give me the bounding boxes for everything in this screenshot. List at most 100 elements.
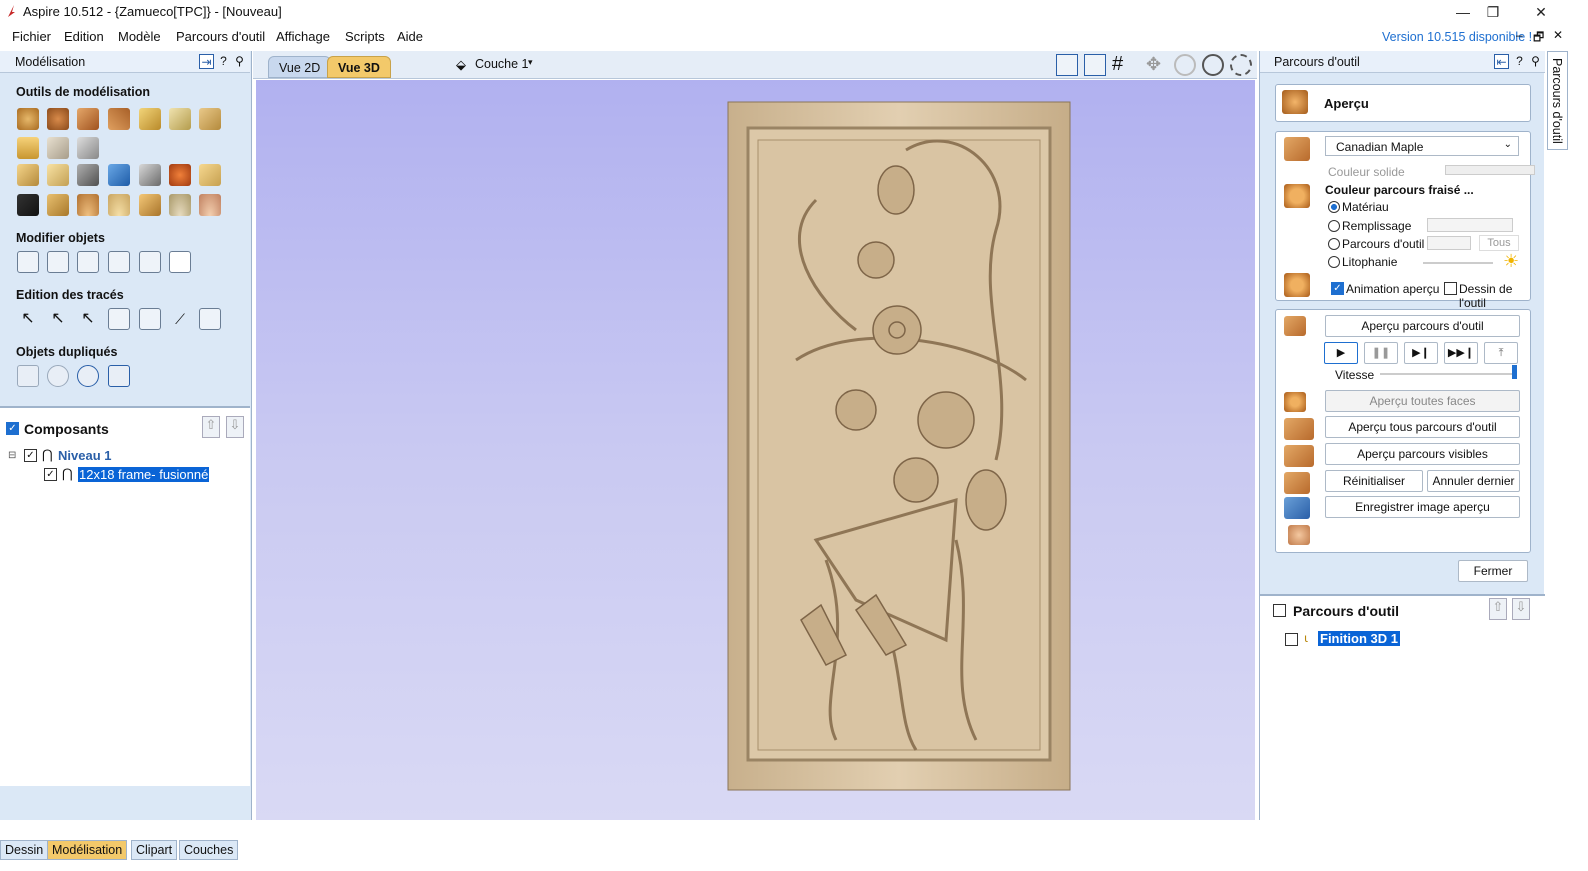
radio-materiau[interactable]	[1328, 201, 1340, 213]
align-objects-icon[interactable]	[77, 251, 99, 273]
close-button[interactable]: ✕	[1526, 2, 1556, 22]
zero-plane-icon[interactable]	[169, 194, 191, 216]
move-component-icon[interactable]	[17, 164, 39, 186]
create-tile-icon[interactable]	[199, 164, 221, 186]
move-up-arrow-icon[interactable]: ⇧	[1489, 598, 1507, 620]
sweep-two-rails-icon[interactable]	[77, 108, 99, 130]
litho-slider[interactable]	[1423, 262, 1493, 264]
sun-icon[interactable]: ☀	[1503, 251, 1519, 272]
node-edit-icon[interactable]: ↖	[47, 308, 69, 330]
block-copy-icon[interactable]	[17, 365, 39, 387]
tilt-icon[interactable]	[139, 164, 161, 186]
to-top-icon[interactable]: ⤒	[1484, 342, 1518, 364]
toolpaths-visible-checkbox[interactable]	[1273, 604, 1286, 617]
menu-fichier[interactable]: Fichier	[12, 29, 51, 44]
help-icon[interactable]: ?	[1512, 54, 1527, 69]
preview-toolpath-button[interactable]: Aperçu parcours d'outil	[1325, 315, 1520, 337]
play-icon[interactable]: ▶	[1324, 342, 1358, 364]
tab-vue-2d[interactable]: Vue 2D	[268, 56, 332, 78]
step-forward-icon[interactable]: ▶❙	[1404, 342, 1438, 364]
undo-last-button[interactable]: Annuler dernier	[1427, 470, 1520, 492]
mirror-objects-icon[interactable]	[108, 251, 130, 273]
layer-dropdown[interactable]: Couche 1	[475, 57, 529, 71]
radio-parcours[interactable]	[1328, 238, 1340, 250]
extrude-tool-icon[interactable]	[47, 108, 69, 130]
speed-slider-handle[interactable]	[1512, 365, 1517, 379]
grid-icon[interactable]: #	[1112, 53, 1123, 76]
tab-vue-3d[interactable]: Vue 3D	[327, 56, 391, 78]
pin-icon[interactable]: ⚲	[232, 54, 247, 69]
save-image-button[interactable]: Enregistrer image aperçu	[1325, 496, 1520, 518]
component-item[interactable]: 12x18 frame- fusionné	[78, 467, 210, 482]
scale-component-icon[interactable]	[47, 164, 69, 186]
circular-copy-icon[interactable]	[47, 365, 69, 387]
move-down-arrow-icon[interactable]: ⇩	[226, 416, 244, 438]
pause-icon[interactable]: ❚❚	[1364, 342, 1398, 364]
sculpt-tool-icon[interactable]	[17, 194, 39, 216]
menu-aide[interactable]: Aide	[397, 29, 423, 44]
create-flat-icon[interactable]	[108, 108, 130, 130]
side-tab-toolpaths[interactable]: Parcours d'outil	[1547, 51, 1568, 150]
menu-scripts[interactable]: Scripts	[345, 29, 385, 44]
reset-preview-button[interactable]: Réinitialiser aperçu	[1325, 470, 1423, 508]
all-faces-button[interactable]: Aperçu toutes faces	[1325, 390, 1520, 412]
mirror-icon[interactable]	[108, 164, 130, 186]
zoom-out-icon[interactable]	[1202, 54, 1224, 76]
delete-vector-icon[interactable]	[139, 308, 161, 330]
mdi-minimize-button[interactable]: –	[1516, 28, 1523, 42]
zoom-all-icon[interactable]	[1056, 54, 1078, 76]
zoom-in-icon[interactable]	[1174, 54, 1196, 76]
set-origin-icon[interactable]	[169, 251, 191, 273]
smooth-icon[interactable]	[47, 194, 69, 216]
version-link[interactable]: Version 10.515 disponible !	[1382, 30, 1532, 44]
menu-modele[interactable]: Modèle	[118, 29, 161, 44]
fast-forward-icon[interactable]: ▶▶❙	[1444, 342, 1478, 364]
maximize-button[interactable]: ❐	[1478, 2, 1508, 22]
all-toolpaths-button[interactable]: Aperçu tous parcours d'outil	[1325, 416, 1520, 438]
animation-checkbox[interactable]: ✓	[1331, 282, 1344, 295]
select-icon[interactable]: ↖	[17, 308, 39, 330]
toolpath-item[interactable]: Finition 3D 1	[1318, 631, 1400, 646]
minimize-button[interactable]: —	[1448, 2, 1478, 22]
move-objects-icon[interactable]	[17, 251, 39, 273]
dock-icon[interactable]: ⇥	[199, 54, 214, 69]
tree-expand-icon[interactable]: ⊟	[8, 450, 16, 461]
create-texture-icon[interactable]	[199, 108, 221, 130]
visible-toolpaths-button[interactable]: Aperçu parcours visibles	[1325, 443, 1520, 465]
tab-dessin[interactable]: Dessin	[0, 840, 49, 860]
dock-icon[interactable]: ⇤	[1494, 54, 1509, 69]
material-select[interactable]: Canadian Maple ⌄	[1325, 136, 1519, 156]
pan-icon[interactable]: ✥	[1146, 54, 1161, 75]
move-up-arrow-icon[interactable]: ⇧	[202, 416, 220, 438]
measure-icon[interactable]: ⟋	[169, 308, 191, 330]
tab-clipart[interactable]: Clipart	[131, 840, 178, 860]
tab-modelisation[interactable]: Modélisation	[47, 840, 128, 860]
toolpath-color-picker[interactable]	[1427, 236, 1471, 250]
fillet-icon[interactable]	[199, 308, 221, 330]
arch-icon[interactable]	[108, 194, 130, 216]
scale-objects-icon[interactable]	[47, 251, 69, 273]
move-down-arrow-icon[interactable]: ⇩	[1512, 598, 1530, 620]
all-button[interactable]: Tous	[1479, 235, 1519, 251]
fill-color-picker[interactable]	[1427, 218, 1513, 232]
view-2d-3d-icon[interactable]	[1084, 54, 1106, 76]
menu-parcours[interactable]: Parcours d'outil	[176, 29, 265, 44]
close-panel-button[interactable]: Fermer	[1458, 560, 1528, 582]
create-shape-tool-icon[interactable]	[17, 108, 39, 130]
menu-edition[interactable]: Edition	[64, 29, 104, 44]
tab-couches[interactable]: Couches	[179, 840, 239, 860]
draw-tool-checkbox[interactable]	[1444, 282, 1457, 295]
import-component-icon[interactable]	[47, 137, 69, 159]
help-icon[interactable]: ?	[216, 54, 231, 69]
radio-litophanie[interactable]	[1328, 256, 1340, 268]
level-checkbox[interactable]: ✓	[24, 449, 37, 462]
components-visible-checkbox[interactable]: ✓	[6, 422, 19, 435]
vector-to-relief-icon[interactable]	[77, 137, 99, 159]
distort-icon[interactable]	[77, 164, 99, 186]
dome-icon[interactable]	[77, 194, 99, 216]
3d-viewport[interactable]	[256, 80, 1255, 820]
mdi-restore-button[interactable]: 🗗	[1533, 28, 1544, 49]
interactive-trim-icon[interactable]	[108, 308, 130, 330]
create-3d-model-icon[interactable]	[17, 137, 39, 159]
solid-color-picker[interactable]	[1445, 165, 1535, 175]
